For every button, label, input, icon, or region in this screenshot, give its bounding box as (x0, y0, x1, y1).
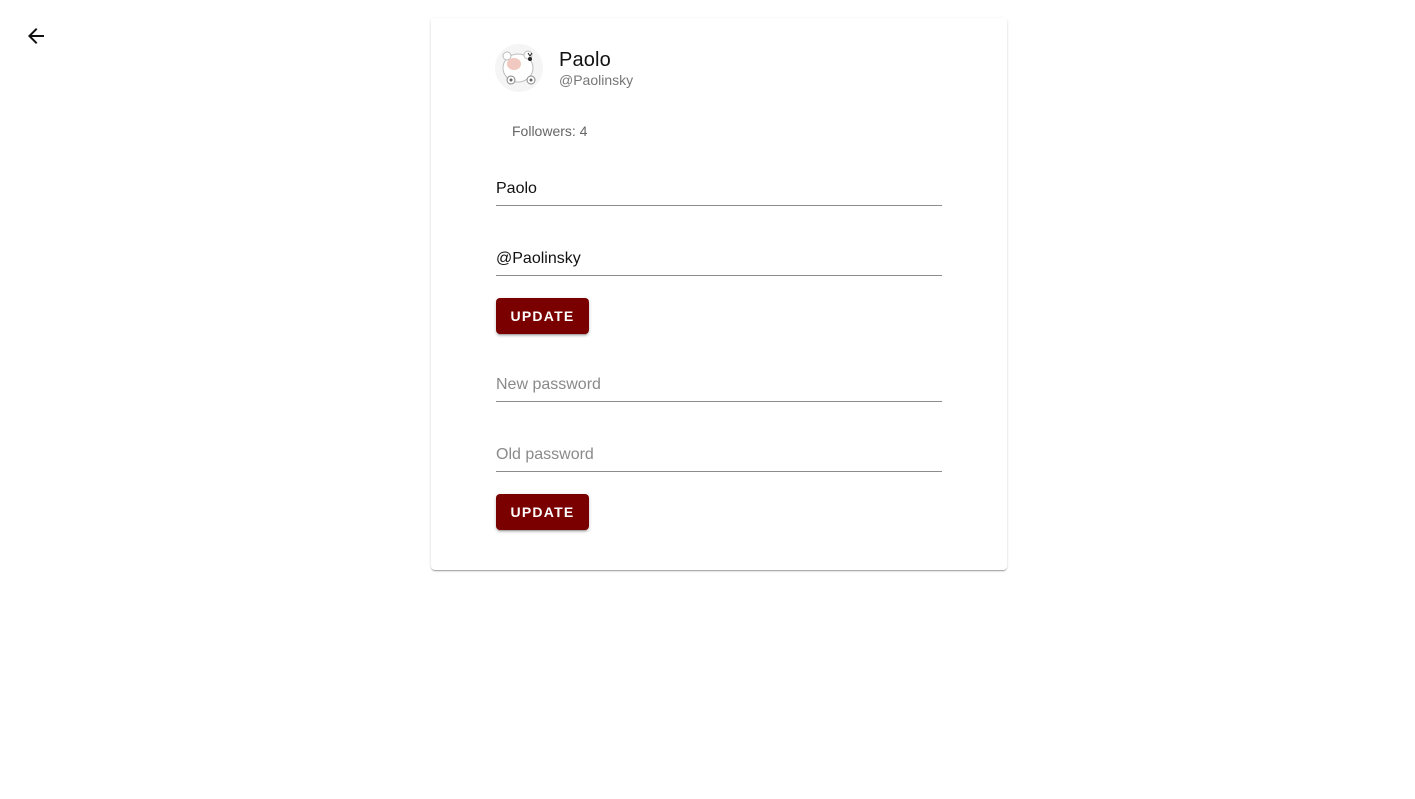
old-password-field[interactable] (496, 443, 942, 472)
new-password-input[interactable] (496, 373, 942, 397)
bear-avatar-icon (495, 44, 543, 92)
update-profile-button[interactable]: UPDATE (496, 298, 589, 334)
update-password-button[interactable]: UPDATE (496, 494, 589, 530)
handle-field[interactable] (496, 247, 942, 276)
arrow-left-icon (28, 28, 44, 44)
handle-input[interactable] (496, 247, 942, 271)
back-button[interactable] (24, 24, 48, 48)
profile-card: Paolo @Paolinsky Followers: 4 UPDATE UPD… (431, 18, 1007, 570)
avatar (495, 44, 543, 92)
user-handle: @Paolinsky (559, 72, 634, 88)
name-input[interactable] (496, 177, 942, 201)
name-block: Paolo @Paolinsky (559, 48, 633, 88)
name-field[interactable] (496, 177, 942, 206)
new-password-field[interactable] (496, 373, 942, 402)
display-name: Paolo (559, 49, 611, 71)
old-password-input[interactable] (496, 443, 942, 467)
profile-header: Paolo @Paolinsky (495, 44, 633, 92)
followers-count: Followers: 4 (512, 123, 588, 139)
